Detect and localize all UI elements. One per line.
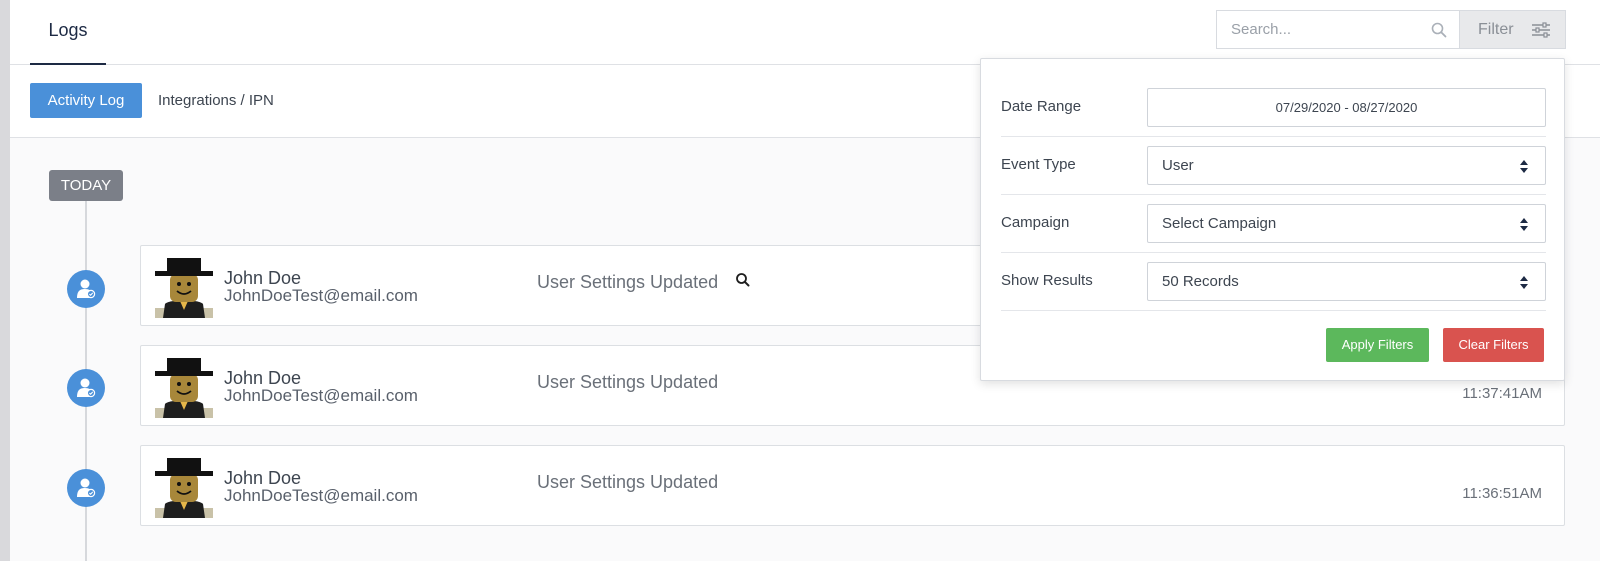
user-email: JohnDoeTest@email.com	[224, 386, 418, 405]
sliders-icon	[1532, 22, 1550, 38]
filter-button[interactable]: Filter	[1459, 10, 1566, 49]
event-time: 11:36:51AM	[1462, 485, 1542, 502]
today-badge: TODAY	[49, 170, 123, 201]
apply-filters-button[interactable]: Apply Filters	[1326, 328, 1429, 362]
date-range-input[interactable]: 07/29/2020 - 08/27/2020	[1147, 88, 1546, 127]
user-event-icon	[67, 270, 105, 308]
event-type-value: User	[1162, 157, 1194, 174]
event-description: User Settings Updated	[537, 272, 719, 292]
avatar	[155, 458, 213, 518]
user-email: JohnDoeTest@email.com	[224, 286, 418, 305]
clear-filters-button[interactable]: Clear Filters	[1443, 328, 1544, 362]
magnifier-icon[interactable]	[735, 272, 751, 288]
filter-button-label: Filter	[1478, 21, 1514, 38]
filter-row-date-range: Date Range 07/29/2020 - 08/27/2020	[1001, 79, 1546, 137]
event-description: User Settings Updated	[537, 472, 719, 492]
window-edge	[0, 0, 10, 561]
avatar	[155, 258, 213, 318]
search-icon[interactable]	[1431, 22, 1447, 38]
show-results-select[interactable]: 50 Records	[1147, 262, 1546, 301]
user-email: JohnDoeTest@email.com	[224, 486, 418, 505]
integrations-link[interactable]: Integrations / IPN	[158, 83, 274, 118]
select-arrows-icon	[1520, 160, 1528, 173]
campaign-value: Select Campaign	[1162, 215, 1277, 232]
date-range-label: Date Range	[1001, 98, 1082, 115]
select-arrows-icon	[1520, 218, 1528, 231]
event-type-label: Event Type	[1001, 156, 1076, 173]
filter-row-campaign: Campaign Select Campaign	[1001, 195, 1546, 253]
event-description: User Settings Updated	[537, 372, 719, 392]
filter-row-event-type: Event Type User	[1001, 137, 1546, 195]
log-entry[interactable]: John Doe JohnDoeTest@email.com User Sett…	[140, 445, 1565, 526]
filter-row-show-results: Show Results 50 Records	[1001, 253, 1546, 311]
search-box	[1216, 10, 1460, 49]
search-input[interactable]	[1217, 11, 1407, 48]
user-event-icon	[67, 469, 105, 507]
avatar	[155, 358, 213, 418]
event-type-select[interactable]: User	[1147, 146, 1546, 185]
show-results-label: Show Results	[1001, 272, 1093, 289]
event-time: 11:37:41AM	[1462, 385, 1542, 402]
filter-panel: Date Range 07/29/2020 - 08/27/2020 Event…	[980, 58, 1565, 381]
campaign-label: Campaign	[1001, 214, 1070, 231]
user-event-icon	[67, 369, 105, 407]
select-arrows-icon	[1520, 276, 1528, 289]
campaign-select[interactable]: Select Campaign	[1147, 204, 1546, 243]
show-results-value: 50 Records	[1162, 273, 1239, 290]
tab-logs[interactable]: Logs	[30, 0, 106, 65]
activity-log-button[interactable]: Activity Log	[30, 83, 142, 118]
